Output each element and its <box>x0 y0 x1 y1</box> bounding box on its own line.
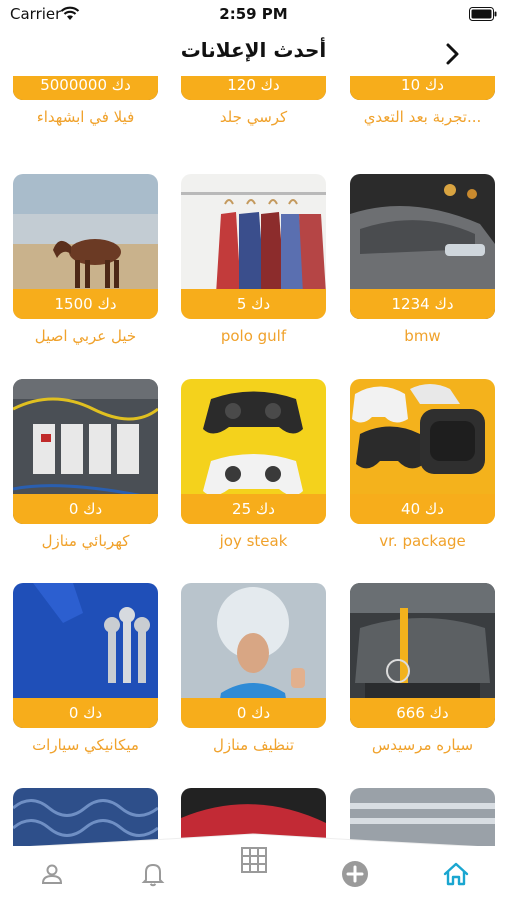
status-bar: Carrier 2:59 PM <box>0 0 507 30</box>
listing-title: كرسي جلد <box>219 108 288 126</box>
tab-add[interactable] <box>335 854 375 894</box>
bell-icon <box>141 863 165 887</box>
tab-notifications[interactable] <box>133 854 173 894</box>
grid-icon <box>241 847 267 873</box>
tab-bar <box>0 846 507 900</box>
price-badge: 25 دك <box>181 494 326 524</box>
navigation-bar: أحدث الإعلانات <box>0 30 507 76</box>
price-badge: 10 دك <box>350 76 495 100</box>
listing-title: bmw <box>404 327 441 345</box>
tab-profile[interactable] <box>32 854 72 894</box>
listing-title: تنظيف منازل <box>212 736 295 754</box>
price-badge: 40 دك <box>350 494 495 524</box>
tab-home[interactable] <box>436 854 476 894</box>
listing-title: ميكانيكي سيارات <box>32 736 139 754</box>
price-badge: 0 دك <box>181 698 326 728</box>
home-icon <box>443 862 469 886</box>
listing-title: تجربة بعد التعدي... <box>363 108 482 126</box>
listing-title: vr. package <box>379 532 466 550</box>
add-icon <box>342 861 368 887</box>
battery-icon <box>469 7 497 21</box>
tab-categories[interactable] <box>234 840 274 880</box>
listing-title: خيل عربي اصيل <box>34 327 137 345</box>
listing-title: polo gulf <box>220 327 287 345</box>
price-badge: 5 دك <box>181 289 326 319</box>
chevron-back-icon <box>446 43 459 65</box>
page-title: أحدث الإعلانات <box>180 38 327 62</box>
price-badge: 1500 دك <box>13 289 158 319</box>
listing-title: سياره مرسيدس <box>371 736 474 754</box>
listing-title: كهربائي منازل <box>41 532 130 550</box>
price-badge: 1234 دك <box>350 289 495 319</box>
status-time: 2:59 PM <box>219 5 288 23</box>
price-badge: 5000000 دك <box>13 76 158 100</box>
listings-grid: 5000000 دك فيلا في ابشهداء 120 دك كرسي ج… <box>0 76 507 846</box>
price-badge: 666 دك <box>350 698 495 728</box>
price-badge: 0 دك <box>13 494 158 524</box>
back-button[interactable] <box>439 38 467 70</box>
listing-title: joy steak <box>219 532 288 550</box>
profile-icon <box>41 864 63 884</box>
listing-title: فيلا في ابشهداء <box>36 108 135 126</box>
price-badge: 120 دك <box>181 76 326 100</box>
price-badge: 0 دك <box>13 698 158 728</box>
